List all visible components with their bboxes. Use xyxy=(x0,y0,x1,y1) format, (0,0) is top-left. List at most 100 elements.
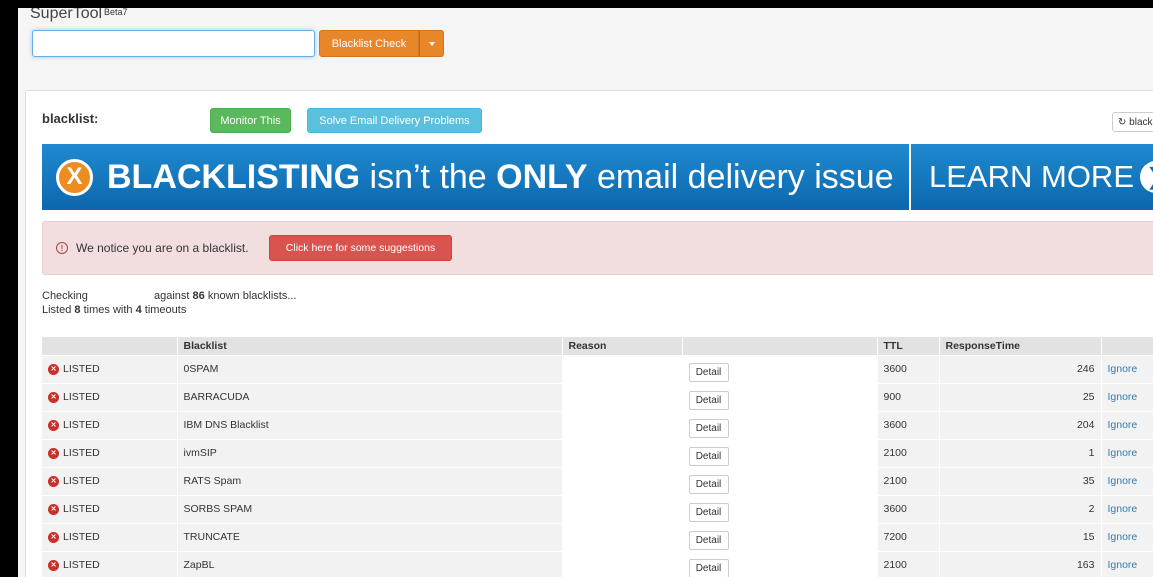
x-circle-icon: ✕ xyxy=(48,447,59,459)
status-cell: ✕ LISTED xyxy=(48,559,171,571)
brand-name: SuperTool xyxy=(30,8,103,22)
reason-cell xyxy=(562,354,683,383)
app-brand: SuperTool Beta7 xyxy=(30,8,128,23)
banner-word-only: ONLY xyxy=(496,157,588,196)
blacklist-name: SORBS SPAM xyxy=(177,494,563,523)
ignore-link[interactable]: Ignore xyxy=(1108,447,1138,459)
ignore-link[interactable]: Ignore xyxy=(1108,419,1138,431)
ignore-link[interactable]: Ignore xyxy=(1108,475,1138,487)
blacklist-name: RATS Spam xyxy=(177,466,563,495)
check-button-group: Blacklist Check xyxy=(319,30,444,57)
x-circle-icon: ✕ xyxy=(48,419,59,431)
table-row: ✕ LISTED 0SPAM Detail 3600 246 Ignore xyxy=(42,354,1153,383)
status-cell: ✕ LISTED xyxy=(48,475,171,487)
detail-cell: Detail xyxy=(682,438,878,467)
ttl-cell: 3600 xyxy=(877,410,940,439)
col-detail xyxy=(682,337,878,355)
table-row: ✕ LISTED RATS Spam Detail 2100 35 Ignore xyxy=(42,466,1153,495)
status-cell: ✕ LISTED xyxy=(48,503,171,515)
checking-summary: Checking against 86 known blacklists... xyxy=(42,290,297,302)
detail-button[interactable]: Detail xyxy=(688,446,729,466)
against-label: against xyxy=(153,290,190,302)
status-label: LISTED xyxy=(63,363,100,375)
blacklist-name: ZapBL xyxy=(177,550,563,577)
detail-button[interactable]: Detail xyxy=(688,530,729,550)
ttl-cell: 3600 xyxy=(877,354,940,383)
page: SuperTool Beta7 Blacklist Check blacklist… xyxy=(18,8,1153,577)
ignore-link[interactable]: Ignore xyxy=(1108,531,1138,543)
exclamation-circle-icon: ! xyxy=(56,242,68,254)
status-cell: ✕ LISTED xyxy=(48,363,171,375)
detail-button[interactable]: Detail xyxy=(688,474,729,494)
x-circle-icon: ✕ xyxy=(48,559,59,571)
status-label: LISTED xyxy=(63,559,100,572)
results-panel: blacklist: Monitor This Solve Email Deli… xyxy=(25,90,1153,577)
table-header-row: Blacklist Reason TTL ResponseTime xyxy=(42,337,1153,355)
table-row: ✕ LISTED ZapBL Detail 2100 163 Ignore xyxy=(42,550,1153,577)
table-row: ✕ LISTED IBM DNS Blacklist Detail 3600 20… xyxy=(42,410,1153,439)
x-circle-icon: X xyxy=(56,158,93,196)
detail-button[interactable]: Detail xyxy=(688,558,729,577)
x-circle-icon: ✕ xyxy=(48,363,59,375)
status-label: LISTED xyxy=(63,447,100,459)
ignore-link[interactable]: Ignore xyxy=(1108,363,1138,375)
blacklist-table: Blacklist Reason TTL ResponseTime ✕ LISTE… xyxy=(42,337,1153,577)
chevron-right-icon: ❯ xyxy=(1140,161,1153,193)
status-cell: ✕ LISTED xyxy=(48,531,171,543)
detail-button[interactable]: Detail xyxy=(688,390,729,410)
banner-word-rest: email delivery issue xyxy=(587,157,894,196)
reason-cell xyxy=(562,522,683,551)
response-time-cell: 163 xyxy=(939,550,1102,577)
suggestions-button[interactable]: Click here for some suggestions xyxy=(269,235,452,261)
blacklist-name: 0SPAM xyxy=(177,354,563,383)
ttl-cell: 900 xyxy=(877,382,940,411)
check-dropdown-toggle[interactable] xyxy=(419,30,444,57)
timeouts-count: 4 xyxy=(135,304,142,316)
learn-more-link[interactable]: LEARN MORE❯ xyxy=(929,159,1153,195)
response-time-cell: 15 xyxy=(939,522,1102,551)
promo-banner[interactable]: X BLACKLISTING isn’t the ONLY email deli… xyxy=(42,144,1153,210)
caret-down-icon xyxy=(428,41,435,46)
search-input[interactable] xyxy=(32,30,315,57)
reason-cell xyxy=(562,466,683,495)
listed-count: 8 xyxy=(74,304,81,316)
blacklist-name: ivmSIP xyxy=(177,438,563,467)
ignore-link[interactable]: Ignore xyxy=(1108,503,1138,515)
detail-button[interactable]: Detail xyxy=(688,362,729,382)
ttl-cell: 7200 xyxy=(877,522,940,551)
detail-cell: Detail xyxy=(682,382,878,411)
blacklist-alert: ! We notice you are on a blacklist. Clic… xyxy=(42,221,1153,275)
detail-cell: Detail xyxy=(682,494,878,523)
response-time-cell: 35 xyxy=(939,466,1102,495)
blacklist-name: TRUNCATE xyxy=(177,522,563,551)
known-label: known blacklists... xyxy=(207,290,297,302)
x-circle-icon: ✕ xyxy=(48,503,59,515)
reason-cell xyxy=(562,438,683,467)
detail-button[interactable]: Detail xyxy=(688,418,729,438)
detail-button[interactable]: Detail xyxy=(688,502,729,522)
table-row: ✕ LISTED ivmSIP Detail 2100 1 Ignore xyxy=(42,438,1153,467)
ignore-link[interactable]: Ignore xyxy=(1108,559,1138,571)
table-row: ✕ LISTED TRUNCATE Detail 7200 15 Ignore xyxy=(42,522,1153,551)
detail-cell: Detail xyxy=(682,522,878,551)
table-row: ✕ LISTED BARRACUDA Detail 900 25 Ignore xyxy=(42,382,1153,411)
response-time-cell: 1 xyxy=(939,438,1102,467)
col-blacklist: Blacklist xyxy=(177,337,563,355)
reason-cell xyxy=(562,410,683,439)
detail-cell: Detail xyxy=(682,550,878,577)
blacklist-name: IBM DNS Blacklist xyxy=(177,410,563,439)
reason-cell xyxy=(562,550,683,577)
banner-divider xyxy=(909,144,912,210)
response-time-cell: 204 xyxy=(939,410,1102,439)
ignore-link[interactable]: Ignore xyxy=(1108,391,1138,403)
status-label: LISTED xyxy=(63,391,100,403)
refresh-button[interactable]: ↻ blacklist xyxy=(1112,112,1153,132)
blacklist-check-button[interactable]: Blacklist Check xyxy=(319,30,419,57)
monitor-button[interactable]: Monitor This xyxy=(210,108,291,133)
col-reason: Reason xyxy=(562,337,683,355)
x-circle-icon: ✕ xyxy=(48,391,59,403)
solve-delivery-button[interactable]: Solve Email Delivery Problems xyxy=(307,108,482,133)
detail-cell: Detail xyxy=(682,410,878,439)
alert-text: We notice you are on a blacklist. xyxy=(76,241,249,255)
status-label: LISTED xyxy=(63,475,100,487)
